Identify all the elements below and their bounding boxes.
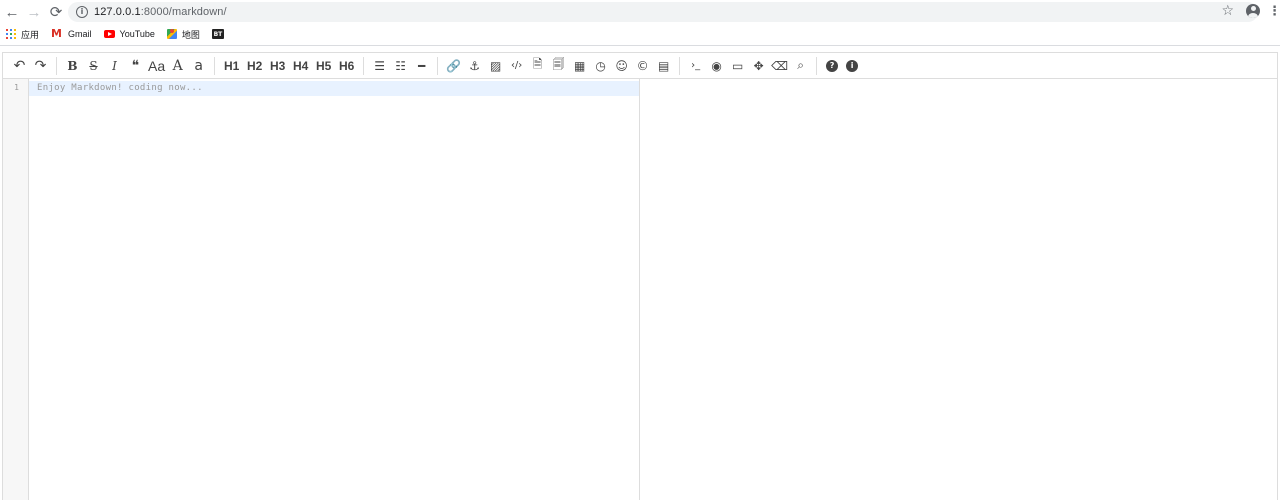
toolbar-divider	[363, 56, 365, 75]
browser-navbar: ← → ⟳ i 127.0.0.1:8000/markdown/ ☆ ⋮	[0, 0, 1280, 24]
youtube-icon	[103, 30, 115, 38]
fullscreen-icon[interactable]: ✥	[748, 55, 769, 77]
reload-icon[interactable]: ⟳	[45, 1, 67, 23]
anchor-icon[interactable]: ⚓	[464, 55, 485, 77]
italic-button[interactable]: I	[104, 55, 125, 77]
help-icon[interactable]: ?	[826, 59, 839, 72]
strikethrough-button[interactable]: S	[83, 55, 104, 77]
h1-button[interactable]: H1	[220, 55, 243, 77]
clear-icon[interactable]: ⌫	[769, 55, 790, 77]
bookmark-apps[interactable]: 应用	[6, 28, 39, 41]
line-number: 1	[14, 83, 19, 92]
preview-icon[interactable]: ▭	[727, 55, 748, 77]
image-icon[interactable]: ▨	[485, 55, 506, 77]
ordered-list-icon[interactable]: ☷	[390, 55, 411, 77]
horizontal-rule-icon[interactable]: ━	[411, 55, 432, 77]
pagebreak-icon[interactable]: ▤	[653, 55, 674, 77]
h4-button[interactable]: H4	[289, 55, 312, 77]
h3-button[interactable]: H3	[266, 55, 289, 77]
h2-button[interactable]: H2	[243, 55, 266, 77]
emoji-icon[interactable]: ☺	[611, 55, 632, 77]
toolbar-divider	[679, 56, 681, 75]
unordered-list-icon[interactable]: ☰	[369, 55, 390, 77]
toolbar-divider	[214, 56, 216, 75]
site-info-icon[interactable]: i	[76, 6, 88, 18]
preformatted-text-icon[interactable]: 🗎	[527, 55, 548, 77]
bookmarks-bar: 应用 Gmail YouTube 地图 BT	[0, 24, 1280, 44]
bookmark-star-icon[interactable]: ☆	[1221, 2, 1234, 19]
h6-button[interactable]: H6	[335, 55, 358, 77]
editor-toolbar: ↶ ↷ B S I ❝ Aa A a H1 H2 H3 H4 H5 H6 ☰ ☷…	[3, 53, 1277, 79]
bookmark-label: 地图	[181, 29, 200, 40]
table-icon[interactable]: ▦	[569, 55, 590, 77]
toolbar-divider	[56, 56, 57, 75]
bookmark-label: YouTube	[119, 29, 155, 39]
bold-button[interactable]: B	[62, 55, 83, 77]
line-number-gutter: 1	[3, 79, 29, 500]
h5-button[interactable]: H5	[312, 55, 335, 77]
markdown-editor: ↶ ↷ B S I ❝ Aa A a H1 H2 H3 H4 H5 H6 ☰ ☷…	[2, 52, 1278, 500]
datetime-icon[interactable]: ◷	[590, 55, 611, 77]
html-entities-icon[interactable]: ©	[632, 55, 653, 77]
gmail-icon	[51, 27, 63, 40]
url-text[interactable]: 127.0.0.1:8000/markdown/	[94, 6, 227, 18]
link-icon[interactable]: 🔗	[443, 55, 464, 77]
watch-icon[interactable]: ◉	[706, 55, 727, 77]
profile-icon[interactable]	[1246, 3, 1260, 18]
browser-actions: ☆ ⋮	[1221, 2, 1280, 19]
bookmark-youtube[interactable]: YouTube	[103, 29, 155, 39]
apps-icon	[6, 29, 16, 39]
ucwords-button[interactable]: Aa	[146, 55, 167, 77]
browser-chrome: ← → ⟳ i 127.0.0.1:8000/markdown/ ☆ ⋮ 应用 …	[0, 0, 1280, 46]
bookmark-gmail[interactable]: Gmail	[51, 27, 92, 40]
bookmark-label: Gmail	[68, 29, 92, 39]
lowercase-button[interactable]: a	[188, 55, 209, 77]
search-icon[interactable]: ⌕	[790, 55, 811, 77]
code-block-icon[interactable]: 🗐	[548, 55, 569, 77]
markdown-input-pane[interactable]: 1 Enjoy Markdown! coding now...	[3, 79, 640, 500]
toolbar-divider	[816, 56, 818, 75]
editor-placeholder: Enjoy Markdown! coding now...	[37, 83, 203, 93]
code-icon[interactable]: ‹/›	[506, 55, 527, 77]
editor-panes: 1 Enjoy Markdown! coding now...	[3, 79, 1277, 500]
redo-icon[interactable]: ↷	[30, 55, 51, 77]
toolbar-divider	[437, 56, 439, 75]
url-path: :8000/markdown/	[140, 6, 227, 18]
menu-kebab-icon[interactable]: ⋮	[1268, 3, 1280, 19]
maps-icon	[166, 29, 177, 39]
bt-icon: BT	[211, 29, 224, 39]
forward-icon[interactable]: →	[23, 1, 45, 23]
info-icon[interactable]: i	[846, 59, 859, 72]
bookmark-label: 应用	[21, 29, 40, 40]
uppercase-button[interactable]: A	[167, 55, 188, 77]
back-icon[interactable]: ←	[1, 1, 23, 23]
address-bar[interactable]: i 127.0.0.1:8000/markdown/	[68, 2, 1258, 22]
bookmark-bt[interactable]: BT	[211, 29, 224, 39]
goto-line-icon[interactable]: ›_	[685, 55, 706, 77]
quote-icon[interactable]: ❝	[125, 55, 146, 77]
url-host: 127.0.0.1	[94, 6, 141, 18]
markdown-preview-pane	[640, 79, 1277, 500]
undo-icon[interactable]: ↶	[9, 55, 30, 77]
bookmark-maps[interactable]: 地图	[166, 28, 200, 41]
